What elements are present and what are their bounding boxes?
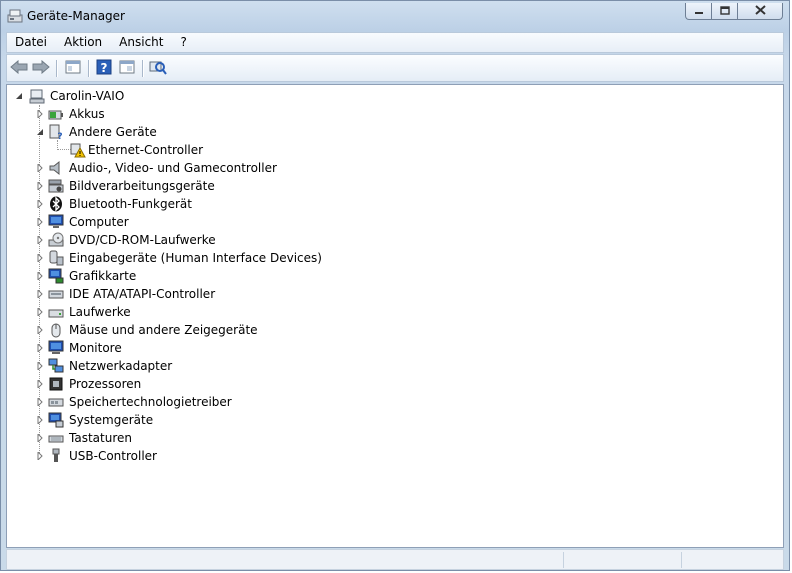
window-title: Geräte-Manager — [27, 9, 125, 23]
svg-text:?: ? — [57, 132, 62, 140]
mouse-icon — [48, 322, 64, 338]
camera-icon — [48, 178, 64, 194]
device-manager-icon — [7, 8, 23, 24]
tree-category-monitore[interactable]: Monitore — [7, 339, 767, 357]
unknown-device-icon: ? — [48, 124, 64, 142]
properties-icon — [119, 60, 135, 77]
expand-icon[interactable] — [35, 289, 44, 298]
expand-icon[interactable] — [35, 451, 44, 460]
disk-drive-icon — [48, 304, 64, 320]
ide-controller-icon — [48, 286, 64, 302]
keyboard-icon — [48, 430, 64, 446]
expand-icon[interactable] — [35, 217, 44, 226]
caption-buttons — [685, 3, 783, 21]
computer-name: Carolin-VAIO — [50, 89, 125, 103]
tree-category-usb[interactable]: USB-Controller — [7, 447, 767, 465]
expand-icon[interactable] — [35, 181, 44, 190]
svg-text:?: ? — [101, 61, 108, 75]
monitor-icon — [48, 340, 64, 356]
tree-category-netzwerkadapter[interactable]: Netzwerkadapter — [7, 357, 767, 375]
network-adapter-icon — [48, 358, 64, 374]
expand-icon[interactable] — [35, 307, 44, 316]
usb-icon — [48, 448, 64, 464]
minimize-icon — [694, 4, 704, 18]
expand-icon[interactable] — [35, 253, 44, 262]
speaker-icon — [48, 160, 64, 176]
bluetooth-icon — [48, 196, 64, 212]
tree-category-tastaturen[interactable]: Tastaturen — [7, 429, 767, 447]
scan-hardware-icon — [149, 59, 167, 78]
status-cell — [563, 552, 682, 568]
tree-category-speichertechnologie[interactable]: Speichertechnologietreiber — [7, 393, 767, 411]
hid-icon — [48, 250, 64, 266]
menu-bar: Datei Aktion Ansicht ? — [6, 32, 784, 53]
warning-device-icon — [70, 142, 86, 158]
tree-category-computer[interactable]: Computer — [7, 213, 767, 231]
tree-category-laufwerke[interactable]: Laufwerke — [7, 303, 767, 321]
forward-arrow-icon — [32, 59, 50, 77]
collapse-icon[interactable] — [35, 127, 44, 136]
title-bar[interactable]: Geräte-Manager — [1, 1, 789, 31]
expand-icon[interactable] — [35, 199, 44, 208]
expand-icon[interactable] — [35, 361, 44, 370]
device-tree[interactable]: Carolin-VAIO Akkus ? Andere Geräte Ether… — [6, 84, 784, 548]
tree-category-systemgeraete[interactable]: Systemgeräte — [7, 411, 767, 429]
expand-icon[interactable] — [35, 397, 44, 406]
expand-icon[interactable] — [35, 415, 44, 424]
monitor-computer-icon — [48, 214, 64, 230]
forward-button[interactable] — [31, 59, 51, 78]
maximize-button[interactable] — [712, 3, 738, 20]
scan-hardware-button[interactable] — [148, 59, 168, 78]
tree-category-andere-geraete[interactable]: ? Andere Geräte — [7, 123, 767, 142]
restore-icon — [719, 4, 730, 18]
tree-category-bildverarbeitung[interactable]: Bildverarbeitungsgeräte — [7, 177, 767, 195]
tree-device-ethernet-controller[interactable]: Ethernet-Controller — [7, 141, 767, 159]
toolbar: ? — [6, 54, 784, 82]
expand-icon[interactable] — [35, 433, 44, 442]
expand-icon[interactable] — [35, 379, 44, 388]
tree-category-dvd[interactable]: DVD/CD-ROM-Laufwerke — [7, 231, 767, 249]
expand-icon[interactable] — [35, 343, 44, 352]
back-button[interactable] — [9, 59, 29, 78]
status-bar — [6, 549, 784, 570]
minimize-button[interactable] — [685, 3, 712, 20]
processor-icon — [48, 376, 64, 392]
system-devices-icon — [48, 412, 64, 428]
tree-category-maeuse[interactable]: Mäuse und andere Zeigegeräte — [7, 321, 767, 339]
menu-datei[interactable]: Datei — [7, 33, 56, 52]
collapse-icon[interactable] — [14, 91, 23, 100]
computer-icon — [29, 88, 45, 104]
close-button[interactable] — [738, 3, 783, 20]
tree-category-prozessoren[interactable]: Prozessoren — [7, 375, 767, 393]
dvd-drive-icon — [48, 232, 64, 248]
back-arrow-icon — [10, 59, 28, 77]
tree-category-audio[interactable]: Audio-, Video- und Gamecontroller — [7, 159, 767, 177]
help-icon: ? — [96, 59, 112, 78]
menu-ansicht[interactable]: Ansicht — [111, 33, 172, 52]
battery-icon — [48, 106, 64, 122]
expand-icon[interactable] — [35, 271, 44, 280]
tree-category-bluetooth[interactable]: Bluetooth-Funkgerät — [7, 195, 767, 213]
console-tree-button[interactable] — [63, 59, 83, 78]
display-adapter-icon — [48, 268, 64, 284]
menu-help[interactable]: ? — [172, 33, 195, 52]
expand-icon[interactable] — [35, 235, 44, 244]
tree-category-hid[interactable]: Eingabegeräte (Human Interface Devices) — [7, 249, 767, 267]
close-icon — [754, 4, 766, 18]
tree-category-grafikkarte[interactable]: Grafikkarte — [7, 267, 767, 285]
tree-category-akkus[interactable]: Akkus — [7, 105, 767, 123]
storage-technology-icon — [48, 394, 64, 410]
expand-icon[interactable] — [35, 325, 44, 334]
expand-icon[interactable] — [35, 109, 44, 118]
properties-button[interactable] — [117, 59, 137, 78]
tree-category-ide[interactable]: IDE ATA/ATAPI-Controller — [7, 285, 767, 303]
menu-aktion[interactable]: Aktion — [56, 33, 111, 52]
status-cell — [681, 552, 784, 568]
help-button[interactable]: ? — [94, 59, 114, 78]
tree-root-item[interactable]: Carolin-VAIO — [7, 87, 767, 105]
console-tree-icon — [65, 60, 81, 77]
expand-icon[interactable] — [35, 163, 44, 172]
device-manager-window: Geräte-Manager Datei Aktion Ansicht ? ? … — [0, 0, 790, 571]
